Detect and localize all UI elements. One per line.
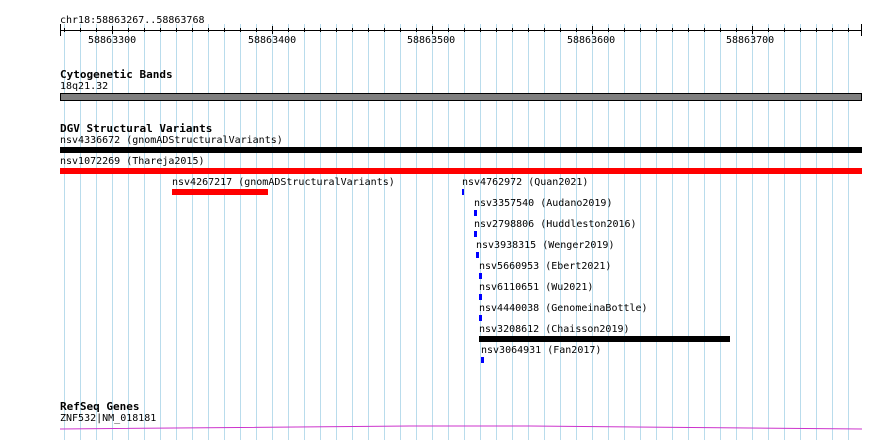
ruler-major-tick xyxy=(432,26,433,34)
variant-label: nsv2798806 (Huddleston2016) xyxy=(474,219,637,230)
ruler-minor-tick xyxy=(400,28,401,32)
variant-bar-nsv3064931[interactable] xyxy=(481,357,484,363)
ruler-minor-tick xyxy=(288,28,289,32)
gene-model-znf532[interactable] xyxy=(60,420,862,432)
ruler-axis xyxy=(60,30,862,31)
variant-bar-nsv5660953[interactable] xyxy=(479,273,482,279)
ruler-minor-tick xyxy=(80,28,81,32)
ruler-minor-tick xyxy=(336,28,337,32)
ruler-location: chr18:58863267..58863768 xyxy=(60,15,205,26)
ruler-minor-tick xyxy=(784,28,785,32)
ruler-minor-tick xyxy=(160,28,161,32)
background-grid xyxy=(64,24,849,440)
ruler-minor-tick xyxy=(96,28,97,32)
ruler-minor-tick xyxy=(256,28,257,32)
variant-bar-nsv1072269[interactable] xyxy=(60,168,862,174)
ruler-right-end xyxy=(861,24,862,36)
gene-intron-line xyxy=(60,425,862,430)
ruler-minor-tick xyxy=(544,28,545,32)
ruler-minor-tick xyxy=(800,28,801,32)
variant-label: nsv3938315 (Wenger2019) xyxy=(476,240,615,251)
ruler-minor-tick xyxy=(144,28,145,32)
variant-bar-nsv4336672[interactable] xyxy=(60,147,862,153)
ruler-tick-label: 58863500 xyxy=(407,35,456,46)
variant-label: nsv5660953 (Ebert2021) xyxy=(479,261,612,272)
ruler-minor-tick xyxy=(352,28,353,32)
ruler-minor-tick xyxy=(560,28,561,32)
ruler-minor-tick xyxy=(736,28,737,32)
ruler-tick-label: 58863600 xyxy=(567,35,616,46)
ruler-minor-tick xyxy=(368,28,369,32)
variant-bar-nsv3208612[interactable] xyxy=(479,336,730,342)
ruler-minor-tick xyxy=(832,28,833,32)
ruler-left-end xyxy=(60,24,61,36)
variant-label: nsv1072269 (Thareja2015) xyxy=(60,156,205,167)
variant-bar-nsv6110651[interactable] xyxy=(479,294,482,300)
ruler-minor-tick xyxy=(672,28,673,32)
ruler-minor-tick xyxy=(384,28,385,32)
ruler-minor-tick xyxy=(64,28,65,32)
variant-label: nsv4440038 (GenomeinaBottle) xyxy=(479,303,648,314)
ruler-minor-tick xyxy=(848,28,849,32)
ruler-major-tick xyxy=(592,26,593,34)
ruler-minor-tick xyxy=(816,28,817,32)
ruler-minor-tick xyxy=(704,28,705,32)
ruler-minor-tick xyxy=(576,28,577,32)
ruler-minor-tick xyxy=(176,28,177,32)
cytoband-bar[interactable] xyxy=(60,93,862,101)
ruler-minor-tick xyxy=(640,28,641,32)
variant-label: nsv4336672 (gnomADStructuralVariants) xyxy=(60,135,283,146)
refseq-track-title[interactable]: RefSeq Genes xyxy=(60,400,139,413)
ruler-minor-tick xyxy=(464,28,465,32)
ruler-minor-tick xyxy=(416,28,417,32)
ruler-minor-tick xyxy=(208,28,209,32)
ruler-minor-tick xyxy=(304,28,305,32)
variant-bar-nsv3938315[interactable] xyxy=(476,252,479,258)
ruler-major-tick xyxy=(752,26,753,34)
dgv-track-title[interactable]: DGV Structural Variants xyxy=(60,122,212,135)
cytoband-label: 18q21.32 xyxy=(60,81,109,92)
variant-label: nsv3064931 (Fan2017) xyxy=(481,345,602,356)
ruler-minor-tick xyxy=(608,28,609,32)
ruler-minor-tick xyxy=(688,28,689,32)
ruler-minor-tick xyxy=(656,28,657,32)
variant-label: nsv3208612 (Chaisson2019) xyxy=(479,324,630,335)
ruler-minor-tick xyxy=(224,28,225,32)
variant-bar-nsv3357540[interactable] xyxy=(474,210,477,216)
ruler-tick-label: 58863700 xyxy=(726,35,775,46)
ruler-major-tick xyxy=(112,26,113,34)
variant-bar-nsv4267217[interactable] xyxy=(172,189,268,195)
ruler-minor-tick xyxy=(480,28,481,32)
variant-label: nsv4267217 (gnomADStructuralVariants) xyxy=(172,177,395,188)
ruler-tick-label: 58863300 xyxy=(88,35,137,46)
ruler-tick-label: 58863400 xyxy=(248,35,297,46)
ruler-minor-tick xyxy=(192,28,193,32)
cytoband-track-title[interactable]: Cytogenetic Bands xyxy=(60,68,173,81)
ruler-major-tick xyxy=(272,26,273,34)
ruler-minor-tick xyxy=(240,28,241,32)
ruler-minor-tick xyxy=(128,28,129,32)
ruler-minor-tick xyxy=(720,28,721,32)
ruler-minor-tick xyxy=(496,28,497,32)
ruler-minor-tick xyxy=(320,28,321,32)
ruler-minor-tick xyxy=(624,28,625,32)
variant-label: nsv6110651 (Wu2021) xyxy=(479,282,594,293)
variant-label: nsv3357540 (Audano2019) xyxy=(474,198,613,209)
ruler-minor-tick xyxy=(448,28,449,32)
variant-bar-nsv2798806[interactable] xyxy=(474,231,477,237)
variant-bar-nsv4440038[interactable] xyxy=(479,315,482,321)
ruler-minor-tick xyxy=(528,28,529,32)
ruler-minor-tick xyxy=(768,28,769,32)
variant-bar-nsv4762972[interactable] xyxy=(462,189,464,195)
ruler-minor-tick xyxy=(512,28,513,32)
variant-label: nsv4762972 (Quan2021) xyxy=(462,177,589,188)
